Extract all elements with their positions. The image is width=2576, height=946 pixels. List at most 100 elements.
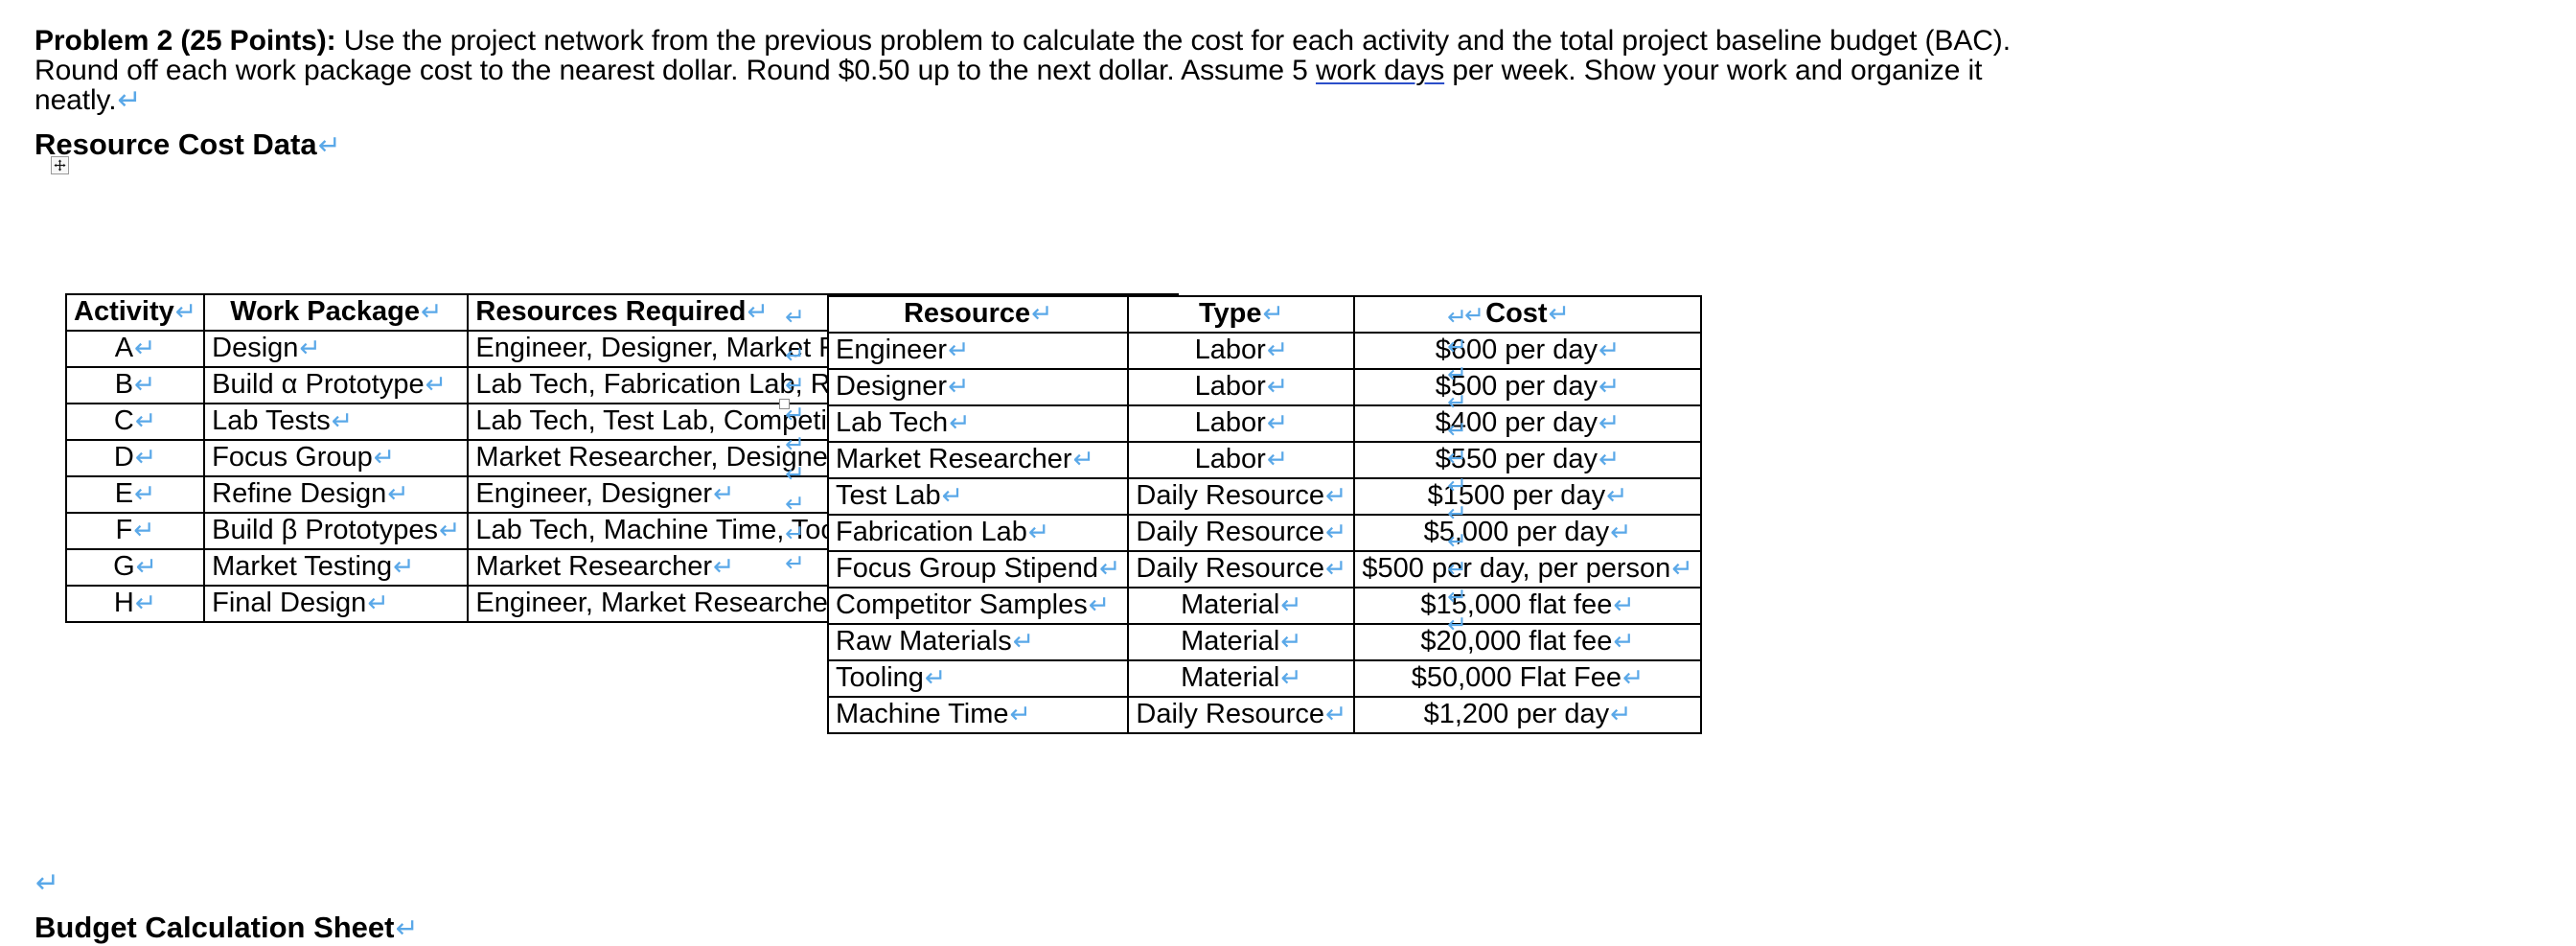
cell-cost[interactable]: $20,000 flat fee↵ <box>1353 623 1702 661</box>
cell-work-package[interactable]: Design↵ <box>203 330 470 368</box>
cell-cost[interactable]: $550 per day↵ <box>1353 441 1702 479</box>
cell-work-package[interactable]: Build β Prototypes↵ <box>203 512 470 550</box>
cell-type[interactable]: Labor↵ <box>1127 332 1356 370</box>
table-row[interactable]: Engineer↵ Labor↵ $600 per day↵ <box>826 332 1702 370</box>
cell-activity[interactable]: F↵ <box>64 512 206 550</box>
cell-cost[interactable]: $600 per day↵ <box>1353 332 1702 370</box>
cell-type[interactable]: Material↵ <box>1127 623 1356 661</box>
cell-type[interactable]: Material↵ <box>1127 587 1356 625</box>
cell-return-mark-icon: ↵ <box>135 551 158 582</box>
cell-work-package[interactable]: Refine Design↵ <box>203 475 470 514</box>
table-row[interactable]: Fabrication Lab↵ Daily Resource↵ $5,000 … <box>826 514 1702 552</box>
table-resize-handle-icon[interactable] <box>779 399 790 409</box>
table-row[interactable]: Competitor Samples↵ Material↵ $15,000 fl… <box>826 587 1702 625</box>
cell-type[interactable]: Labor↵ <box>1127 368 1356 406</box>
cell-work-package[interactable]: Market Testing↵ <box>203 548 470 587</box>
cell-cost[interactable]: $1,200 per day↵ <box>1353 696 1702 734</box>
cell-cost[interactable]: $1500 per day↵ <box>1353 477 1702 516</box>
cell-work-package-text: Lab Tests <box>212 404 331 436</box>
cell-return-mark-icon: ↵ <box>924 662 947 693</box>
heading-budget-calculation-sheet: Budget Calculation Sheet↵ <box>34 911 418 946</box>
cell-work-package[interactable]: Lab Tests↵ <box>203 403 470 441</box>
cell-work-package-text: Build β Prototypes <box>212 514 439 545</box>
cell-return-mark-icon: ↵ <box>134 478 156 509</box>
cell-resource[interactable]: Machine Time↵ <box>826 696 1130 734</box>
table-row[interactable]: Designer↵ Labor↵ $500 per day↵ <box>826 368 1702 406</box>
cell-type[interactable]: Daily Resource↵ <box>1127 477 1356 516</box>
cell-type[interactable]: Daily Resource↵ <box>1127 696 1356 734</box>
cell-return-mark-icon: ↵ <box>134 405 157 436</box>
cell-resources-text: Engineer, Designer <box>475 477 713 509</box>
cell-activity[interactable]: E↵ <box>64 475 206 514</box>
row-end-mark-icon: ↵ <box>785 490 805 518</box>
table-row[interactable]: Raw Materials↵ Material↵ $20,000 flat fe… <box>826 623 1702 661</box>
cell-cost[interactable]: $5,000 per day↵ <box>1353 514 1702 552</box>
cell-activity[interactable]: A↵ <box>64 330 206 368</box>
cell-activity[interactable]: B↵ <box>64 366 206 404</box>
cell-return-mark-icon: ↵ <box>1266 371 1289 402</box>
table-row[interactable]: Market Researcher↵ Labor↵ $550 per day↵ <box>826 441 1702 479</box>
cell-resource[interactable]: Raw Materials↵ <box>826 623 1130 661</box>
cell-type-text: Daily Resource <box>1136 698 1325 729</box>
cell-resource[interactable]: Engineer↵ <box>826 332 1130 370</box>
cell-resource[interactable]: Lab Tech↵ <box>826 404 1130 443</box>
table-move-handle-icon[interactable] <box>51 156 69 174</box>
cell-resources-text: Market Researcher <box>475 550 712 582</box>
cell-return-mark-icon: ↵ <box>1266 407 1289 438</box>
table-row[interactable]: Focus Group Stipend↵ Daily Resource↵ $50… <box>826 550 1702 588</box>
cell-return-mark-icon: ↵ <box>1012 626 1035 657</box>
cell-return-mark-icon: ↵ <box>1671 553 1693 584</box>
cell-return-mark-icon: ↵ <box>299 333 321 363</box>
cell-type[interactable]: Material↵ <box>1127 659 1356 698</box>
cell-cost[interactable]: $500 per day, per person↵ <box>1353 550 1702 588</box>
table-row[interactable]: Test Lab↵ Daily Resource↵ $1500 per day↵ <box>826 477 1702 516</box>
cell-work-package[interactable]: Build α Prototype↵ <box>203 366 470 404</box>
cell-cost[interactable]: $400 per day↵ <box>1353 404 1702 443</box>
cell-cost[interactable]: $500 per day↵ <box>1353 368 1702 406</box>
cell-activity-text: A <box>114 332 134 363</box>
cell-type-text: Daily Resource <box>1136 552 1325 584</box>
cell-resources-text: Lab Tech, Machine Time, Tooling <box>475 514 880 545</box>
table-row[interactable]: Machine Time↵ Daily Resource↵ $1,200 per… <box>826 696 1702 734</box>
cell-activity[interactable]: H↵ <box>64 585 206 623</box>
cell-type-text: Material <box>1181 625 1280 657</box>
cell-work-package[interactable]: Focus Group↵ <box>203 439 470 477</box>
cell-return-mark-icon: ↵ <box>1266 444 1289 474</box>
column-header-cost-text: Cost <box>1485 297 1548 329</box>
cell-type[interactable]: Daily Resource↵ <box>1127 550 1356 588</box>
resources-cost-table[interactable]: Resource↵ Type↵ Cost↵ Engineer↵ Labor↵ $… <box>826 295 1702 734</box>
cell-return-mark-icon: ↵ <box>1280 589 1302 620</box>
paragraph-mark-icon: ↵ <box>35 866 60 900</box>
cell-resource[interactable]: Competitor Samples↵ <box>826 587 1130 625</box>
table-row[interactable]: Tooling↵ Material↵ $50,000 Flat Fee↵ <box>826 659 1702 698</box>
cell-type[interactable]: Labor↵ <box>1127 404 1356 443</box>
column-header-cost: Cost↵ <box>1353 295 1702 334</box>
column-header-type: Type↵ <box>1127 295 1356 334</box>
cell-cost[interactable]: $50,000 Flat Fee↵ <box>1353 659 1702 698</box>
cell-return-mark-icon: ↵ <box>747 296 769 327</box>
cell-type[interactable]: Daily Resource↵ <box>1127 514 1356 552</box>
cell-activity[interactable]: D↵ <box>64 439 206 477</box>
row-end-mark-icon: ↵ <box>1447 555 1467 583</box>
cell-resource[interactable]: Tooling↵ <box>826 659 1130 698</box>
cell-resource[interactable]: Focus Group Stipend↵ <box>826 550 1130 588</box>
cell-return-mark-icon: ↵ <box>713 478 735 509</box>
heading-resource-cost-data-text: Resource Cost Data <box>34 127 317 161</box>
cell-return-mark-icon: ↵ <box>1088 589 1111 620</box>
cell-return-mark-icon: ↵ <box>1325 480 1347 511</box>
cell-cost[interactable]: $15,000 flat fee↵ <box>1353 587 1702 625</box>
table-row[interactable]: Lab Tech↵ Labor↵ $400 per day↵ <box>826 404 1702 443</box>
column-header-resources-required-text: Resources Required <box>475 295 747 327</box>
cell-return-mark-icon: ↵ <box>949 407 971 438</box>
row-end-mark-icon: ↵ <box>785 371 805 399</box>
cell-activity[interactable]: C↵ <box>64 403 206 441</box>
cell-return-mark-icon: ↵ <box>174 296 197 327</box>
cell-resource[interactable]: Fabrication Lab↵ <box>826 514 1130 552</box>
cell-resource[interactable]: Designer↵ <box>826 368 1130 406</box>
cell-return-mark-icon: ↵ <box>134 588 157 618</box>
cell-resource[interactable]: Test Lab↵ <box>826 477 1130 516</box>
cell-activity[interactable]: G↵ <box>64 548 206 587</box>
cell-resource[interactable]: Market Researcher↵ <box>826 441 1130 479</box>
cell-type[interactable]: Labor↵ <box>1127 441 1356 479</box>
cell-work-package[interactable]: Final Design↵ <box>203 585 470 623</box>
